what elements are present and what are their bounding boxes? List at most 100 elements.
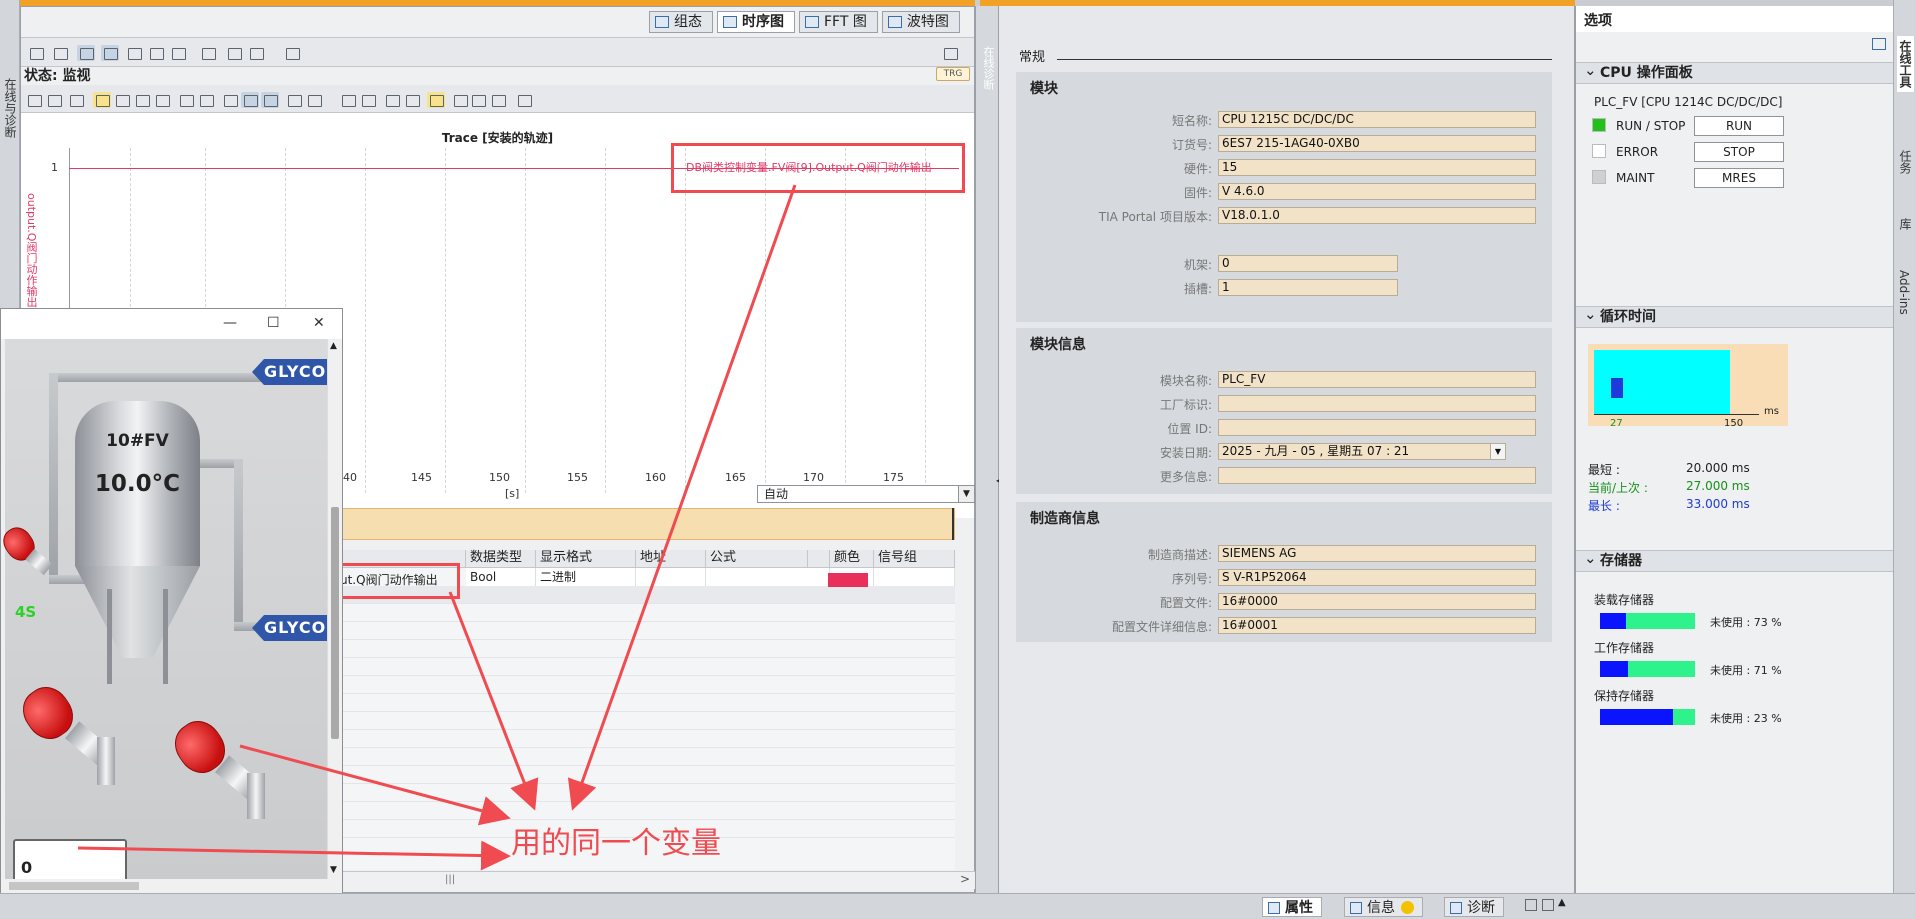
zoom-out-icon[interactable]	[197, 92, 215, 108]
zoom-100-icon[interactable]	[221, 92, 239, 108]
zoom-h-icon[interactable]	[133, 92, 151, 108]
tab-info[interactable]: 信息	[1344, 897, 1423, 917]
panel-toggle-icon[interactable]	[941, 45, 959, 61]
edit-icon[interactable]	[27, 45, 45, 61]
cell-formula[interactable]	[706, 568, 830, 586]
table-row[interactable]	[320, 658, 955, 676]
column-header-formula[interactable]: 公式	[706, 550, 808, 568]
table-row[interactable]	[320, 730, 955, 748]
firmware-field[interactable]: V 4.6.0	[1218, 183, 1536, 200]
plant-id-field[interactable]	[1218, 395, 1536, 412]
tab-configuration[interactable]: 组态	[649, 11, 713, 33]
cursor-mode-icon[interactable]	[427, 92, 445, 108]
table-row[interactable]	[320, 712, 955, 730]
vertical-lines-icon[interactable]	[383, 92, 401, 108]
stop-button[interactable]: STOP	[1694, 142, 1784, 162]
hmi-hscroll-thumb[interactable]	[9, 882, 139, 890]
time-range-end-marker[interactable]	[952, 508, 954, 540]
column-header-address[interactable]: 地址	[636, 550, 706, 568]
table-row[interactable]	[320, 676, 955, 694]
forward-icon[interactable]	[45, 92, 63, 108]
column-header-type[interactable]: 数据类型	[466, 550, 536, 568]
delete-trace-icon[interactable]	[125, 45, 143, 61]
hand-icon[interactable]	[93, 92, 111, 108]
rail-tab-libraries[interactable]: 库	[1897, 218, 1914, 230]
tab-general[interactable]: 常规	[1019, 46, 1045, 65]
serial-number-field[interactable]: S V-R1P52064	[1218, 569, 1536, 586]
window-restore-icon[interactable]	[1525, 899, 1537, 911]
rail-tab-add-ins[interactable]: Add-ins	[1897, 270, 1911, 315]
diagonal-icon[interactable]	[359, 92, 377, 108]
sidebar-tab-online-diagnostics[interactable]: 在线与诊断	[2, 78, 19, 138]
column-header-format[interactable]: 显示格式	[536, 550, 636, 568]
hardware-field[interactable]: 15	[1218, 159, 1536, 176]
hmi-vertical-scrollbar[interactable]: ▲ ▼	[327, 339, 341, 879]
monitor-icon[interactable]	[51, 45, 69, 61]
location-id-field[interactable]	[1218, 419, 1536, 436]
hmi-scroll-thumb[interactable]	[331, 507, 339, 739]
tab-properties[interactable]: 属性	[1262, 897, 1322, 917]
align-left-icon[interactable]	[469, 92, 487, 108]
zoom-v-icon[interactable]	[153, 92, 171, 108]
layout-toggle-icon[interactable]	[1872, 38, 1886, 50]
project-version-field[interactable]: V18.0.1.0	[1218, 207, 1536, 224]
profile-field[interactable]: 16#0000	[1218, 593, 1536, 610]
filter-icon[interactable]	[283, 45, 301, 61]
column-header-color[interactable]: 颜色	[830, 550, 874, 568]
short-name-field[interactable]: CPU 1215C DC/DC/DC	[1218, 111, 1536, 128]
close-icon[interactable]: ✕	[313, 315, 325, 331]
install-date-field[interactable]: 2025 - 九月 - 05 , 星期五 07 : 21 ▼	[1218, 443, 1506, 460]
rail-tab-tasks[interactable]: 任务	[1897, 150, 1914, 174]
table-row[interactable]	[320, 604, 955, 622]
cursor-icon[interactable]	[305, 92, 323, 108]
fit-icon[interactable]	[67, 92, 85, 108]
table-row[interactable]	[320, 748, 955, 766]
table-row[interactable]	[320, 694, 955, 712]
table-horizontal-scrollbar[interactable]: ||| >	[320, 871, 975, 889]
module-name-field[interactable]: PLC_FV	[1218, 371, 1536, 388]
measure-icon[interactable]	[339, 92, 357, 108]
run-button[interactable]: RUN	[1694, 116, 1784, 136]
order-number-field[interactable]: 6ES7 215-1AG40-0XB0	[1218, 135, 1536, 152]
scroll-up-icon[interactable]: ▲	[330, 341, 337, 351]
splitter-tab-online-diagnostics[interactable]: 在线诊断	[980, 46, 996, 90]
chart-view-icon[interactable]	[285, 92, 303, 108]
pane-cycle-time[interactable]: 循环时间	[1576, 304, 1893, 328]
mres-button[interactable]: MRES	[1694, 168, 1784, 188]
remove-trace-icon[interactable]	[147, 45, 165, 61]
column-header-signal-group[interactable]: 信号组	[874, 550, 955, 568]
tab-diagnostics[interactable]: 诊断	[1444, 897, 1504, 917]
pane-memory[interactable]: 存储器	[1576, 548, 1893, 572]
table-row[interactable]	[320, 784, 955, 802]
export-icon[interactable]	[225, 45, 243, 61]
cell-type[interactable]: Bool	[466, 568, 536, 586]
zoom-x-icon[interactable]	[261, 92, 279, 108]
tab-bode[interactable]: 波特图	[881, 11, 960, 33]
maximize-icon[interactable]: ☐	[267, 315, 280, 331]
time-range-bar[interactable]	[320, 508, 955, 540]
list-icon[interactable]	[451, 92, 469, 108]
time-scale-select[interactable]: 自动 ▼	[757, 485, 975, 503]
align-right-icon[interactable]	[489, 92, 507, 108]
import-icon[interactable]	[247, 45, 265, 61]
settings-icon[interactable]	[515, 92, 533, 108]
zoom-rect-icon[interactable]	[113, 92, 131, 108]
manufacturer-field[interactable]: SIEMENS AG	[1218, 545, 1536, 562]
record-on-icon[interactable]	[77, 45, 95, 61]
cell-format[interactable]: 二进制	[536, 568, 636, 586]
cell-address[interactable]	[636, 568, 706, 586]
table-row[interactable]	[320, 622, 955, 640]
table-row[interactable]	[320, 640, 955, 658]
zoom-y-icon[interactable]	[241, 92, 259, 108]
hmi-horizontal-scrollbar[interactable]	[5, 879, 327, 893]
cell-signal-group[interactable]	[874, 568, 955, 586]
refresh-icon[interactable]	[169, 45, 187, 61]
horizontal-lines-icon[interactable]	[403, 92, 421, 108]
minimize-icon[interactable]: —	[223, 315, 237, 331]
table-row[interactable]	[320, 766, 955, 784]
scroll-right-icon[interactable]: >	[960, 872, 970, 886]
window-max-icon[interactable]	[1542, 899, 1554, 911]
pane-cpu-panel[interactable]: CPU 操作面板	[1576, 60, 1893, 84]
rack-field[interactable]: 0	[1218, 255, 1398, 272]
more-info-field[interactable]	[1218, 467, 1536, 484]
